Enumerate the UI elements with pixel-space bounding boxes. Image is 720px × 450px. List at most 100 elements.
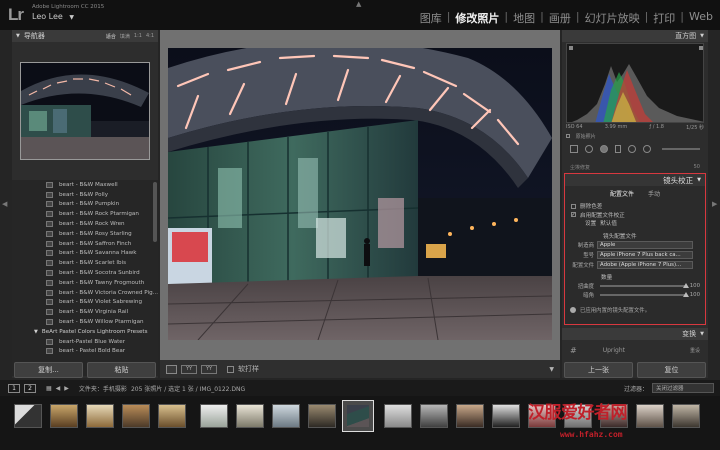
spot-removal-icon[interactable] bbox=[585, 145, 593, 153]
original-photo-toggle[interactable]: 原始照片 bbox=[566, 133, 596, 140]
preset-folder[interactable]: ▼ BeArt Pastel Colors Lightroom Presets bbox=[12, 327, 158, 337]
toolbar-menu-icon[interactable]: ▼ bbox=[549, 366, 554, 373]
red-eye-icon[interactable] bbox=[600, 145, 608, 153]
filmstrip-thumb[interactable] bbox=[672, 404, 700, 428]
grid-icon[interactable]: ▦ bbox=[46, 385, 52, 392]
page-2-button[interactable]: 2 bbox=[24, 383, 36, 393]
filmstrip-thumb[interactable] bbox=[308, 404, 336, 428]
adjustment-brush-icon[interactable] bbox=[643, 145, 651, 153]
zoom-4-1[interactable]: 4:1 bbox=[146, 33, 154, 40]
radial-filter-icon[interactable] bbox=[628, 145, 636, 153]
preset-item[interactable]: beart - B&W Tawny Frogmouth bbox=[12, 278, 158, 288]
preset-item[interactable]: beart - B&W Saffron Finch bbox=[12, 239, 158, 249]
right-panel-toggle-icon[interactable]: ▶ bbox=[712, 200, 717, 208]
filmstrip-thumb[interactable] bbox=[86, 404, 114, 428]
preset-item[interactable]: beart - B&W Socotra Sunbird bbox=[12, 268, 158, 278]
preset-item[interactable]: beart - B&W Polly bbox=[12, 190, 158, 200]
preset-item[interactable]: beart - B&W Rosy Starling bbox=[12, 229, 158, 239]
preset-item[interactable]: beart - B&W Violet Sabrewing bbox=[12, 298, 158, 308]
preset-item[interactable]: beart - Pastel Bold Bear bbox=[12, 347, 158, 357]
copy-button[interactable]: 复制... bbox=[14, 362, 83, 378]
shadow-clipping-icon[interactable] bbox=[569, 46, 573, 50]
preset-item[interactable]: beart - B&W Virginia Rail bbox=[12, 307, 158, 317]
identity-plate[interactable]: Leo Lee ▼ bbox=[32, 12, 74, 21]
vignette-slider-knob[interactable] bbox=[683, 291, 689, 297]
preset-item[interactable]: beart - B&W Maxwell bbox=[12, 180, 158, 190]
filmstrip-thumb[interactable] bbox=[420, 404, 448, 428]
module-print[interactable]: 打印 bbox=[652, 10, 676, 26]
module-library[interactable]: 图库 bbox=[419, 10, 443, 26]
reset-button[interactable]: 复位 bbox=[637, 362, 706, 378]
filmstrip-thumb[interactable] bbox=[236, 404, 264, 428]
remove-ca-checkbox[interactable] bbox=[571, 203, 576, 209]
filmstrip-thumb[interactable] bbox=[636, 404, 664, 428]
module-develop[interactable]: 修改照片 bbox=[454, 10, 500, 26]
vignette-value[interactable]: 100 bbox=[688, 292, 700, 298]
profile-select[interactable]: Adobe (Apple iPhone 7 Plus)... bbox=[597, 261, 693, 269]
transform-header[interactable]: 变换 ▼ bbox=[562, 328, 708, 340]
preset-item[interactable]: beart - B&W Scarlet Ibis bbox=[12, 258, 158, 268]
previous-button[interactable]: 上一张 bbox=[564, 362, 633, 378]
filmstrip-thumb[interactable] bbox=[50, 404, 78, 428]
filmstrip-thumb[interactable] bbox=[158, 404, 186, 428]
module-book[interactable]: 画册 bbox=[548, 10, 572, 26]
paste-button[interactable]: 粘贴 bbox=[87, 362, 156, 378]
presets-scrollbar[interactable] bbox=[153, 182, 157, 242]
tab-profile[interactable]: 配置文件 bbox=[610, 189, 634, 198]
zoom-fill[interactable]: 填满 bbox=[120, 33, 130, 40]
filmstrip-thumb[interactable] bbox=[200, 404, 228, 428]
histogram-header[interactable]: 直方图 ▼ bbox=[562, 30, 708, 42]
back-arrow-icon[interactable]: ◀ bbox=[56, 385, 61, 392]
module-slideshow[interactable]: 幻灯片放映 bbox=[584, 10, 641, 26]
zoom-1-1[interactable]: 1:1 bbox=[134, 33, 142, 40]
before-after-icon[interactable]: YY bbox=[181, 364, 197, 374]
filmstrip-thumb[interactable] bbox=[272, 404, 300, 428]
preset-item[interactable]: beart - B&W Willow Ptarmigan bbox=[12, 317, 158, 327]
main-photo[interactable] bbox=[168, 48, 552, 340]
original-photo-checkbox[interactable] bbox=[566, 134, 570, 138]
filmstrip-thumb[interactable] bbox=[492, 404, 520, 428]
folder-label[interactable]: 文件夹：手机摄影 bbox=[79, 384, 127, 393]
distortion-slider-knob[interactable] bbox=[683, 282, 689, 288]
distortion-slider[interactable] bbox=[600, 282, 689, 288]
module-map[interactable]: 地图 bbox=[512, 10, 536, 26]
upright-reset-button[interactable]: 重设 bbox=[690, 347, 700, 354]
setup-value[interactable]: 默认值 bbox=[600, 219, 617, 227]
filmstrip-thumb[interactable] bbox=[14, 404, 42, 428]
remove-ca-row[interactable]: 删除色差 bbox=[565, 202, 705, 211]
histogram[interactable] bbox=[566, 43, 704, 123]
zoom-fit[interactable]: 适合 bbox=[106, 33, 116, 40]
distortion-value[interactable]: 100 bbox=[688, 283, 700, 289]
filmstrip-thumb[interactable] bbox=[456, 404, 484, 428]
preset-item[interactable]: beart-Pastel Blue Water bbox=[12, 337, 158, 347]
preset-item[interactable]: beart - B&W Rock Wren bbox=[12, 219, 158, 229]
filter-select[interactable]: 关闭过滤器 bbox=[652, 383, 714, 393]
vignette-slider[interactable] bbox=[600, 291, 689, 297]
navigator-preview[interactable] bbox=[20, 62, 150, 160]
crop-tool-icon[interactable] bbox=[570, 145, 578, 153]
enable-profile-row[interactable]: ✓ 启用配置文件校正 bbox=[565, 211, 705, 220]
module-web[interactable]: Web bbox=[688, 10, 714, 26]
forward-arrow-icon[interactable]: ▶ bbox=[64, 385, 69, 392]
page-1-button[interactable]: 1 bbox=[8, 383, 20, 393]
before-after-options-icon[interactable]: YY bbox=[201, 364, 217, 374]
preset-item[interactable]: beart - B&W Rock Ptarmigan bbox=[12, 209, 158, 219]
graduated-filter-icon[interactable] bbox=[615, 145, 621, 153]
lens-correction-header[interactable]: 镜头校正 ▼ bbox=[565, 174, 705, 186]
filmstrip-thumb[interactable] bbox=[384, 404, 412, 428]
top-panel-toggle-icon[interactable]: ▲ bbox=[356, 0, 361, 8]
preset-item[interactable]: beart - B&W Savanna Hawk bbox=[12, 249, 158, 259]
make-select[interactable]: Apple bbox=[597, 241, 693, 249]
tool-slider[interactable] bbox=[662, 148, 700, 150]
loupe-view-icon[interactable] bbox=[166, 364, 177, 374]
navigator-header[interactable]: ▼ 导航器 适合 填满 1:1 4:1 bbox=[12, 30, 158, 42]
filmstrip-thumb-selected[interactable] bbox=[342, 400, 374, 432]
model-select[interactable]: Apple iPhone 7 Plus back ca... bbox=[597, 251, 693, 259]
left-panel-toggle-icon[interactable]: ◀ bbox=[2, 200, 7, 208]
filmstrip-thumb[interactable] bbox=[122, 404, 150, 428]
softproof-checkbox[interactable] bbox=[227, 365, 234, 373]
preset-item[interactable]: beart - B&W Pumpkin bbox=[12, 200, 158, 210]
enable-profile-checkbox[interactable]: ✓ bbox=[571, 212, 576, 218]
highlight-clipping-icon[interactable] bbox=[699, 46, 703, 50]
preset-item[interactable]: beart - B&W Victoria Crowned Pig... bbox=[12, 288, 158, 298]
